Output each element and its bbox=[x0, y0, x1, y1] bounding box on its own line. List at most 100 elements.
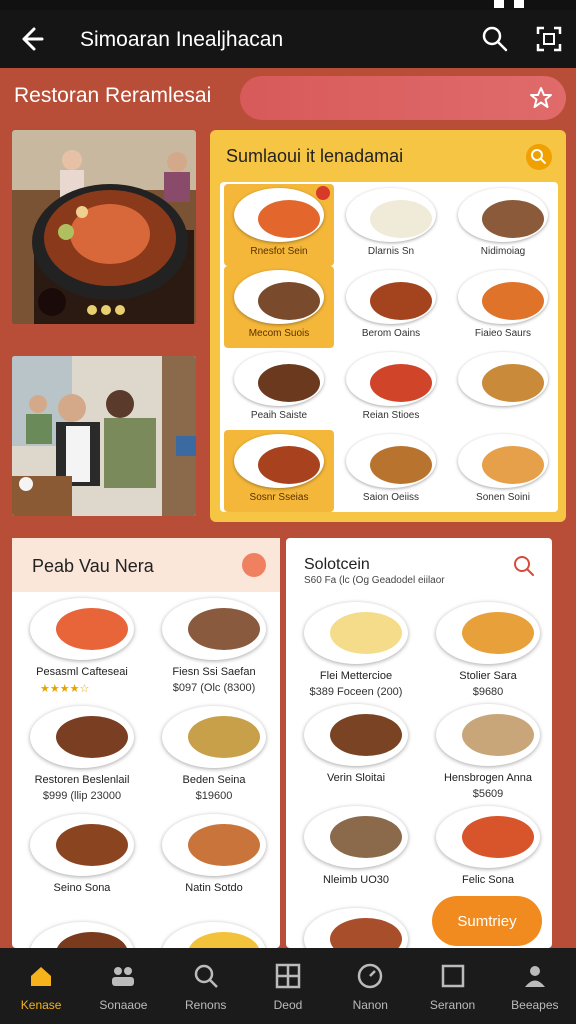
dish-plate-image bbox=[162, 598, 266, 660]
featured-dishes-panel: Sumlaoui it lenadamai Rnesfot Sein Dlarni… bbox=[210, 130, 566, 522]
search-icon[interactable] bbox=[512, 554, 536, 578]
menu-panel-right-title: Solotcein bbox=[304, 556, 370, 573]
menu-dish-card[interactable]: Stolier Sara $9680 bbox=[426, 602, 550, 710]
dish-plate-image bbox=[346, 188, 436, 242]
dish-plate-image bbox=[162, 706, 266, 768]
menu-dish-card[interactable]: Beden Seina $19600 bbox=[152, 706, 276, 814]
dish-food-image bbox=[482, 446, 544, 484]
dish-name: Flei Mettercioe bbox=[319, 670, 393, 682]
chat-bubble-icon[interactable] bbox=[242, 553, 266, 577]
nav-item-deod[interactable]: Deod bbox=[247, 948, 329, 1024]
header-search-bar[interactable] bbox=[240, 76, 566, 120]
featured-dish-card[interactable]: Sonen Soini bbox=[448, 430, 558, 512]
grid-icon bbox=[275, 963, 301, 989]
dish-food-image bbox=[258, 200, 320, 238]
dish-name: Mecom Suois bbox=[248, 328, 310, 339]
menu-panel-left-header: Peab Vau Nera bbox=[12, 538, 280, 592]
featured-dish-card[interactable]: Mecom Suois bbox=[224, 266, 334, 348]
dish-food-image bbox=[462, 816, 534, 858]
dish-name: Sosnr Sseias bbox=[249, 492, 309, 503]
featured-dish-card[interactable]: Dlarnis Sn bbox=[336, 184, 446, 266]
restaurant-photo-hotpot[interactable] bbox=[12, 130, 196, 324]
app-title: Simoaran Inealjhacan bbox=[80, 28, 284, 51]
dish-food-image bbox=[56, 608, 128, 650]
dish-name: Stolier Sara bbox=[459, 670, 517, 682]
dish-name: Beden Seina bbox=[182, 774, 246, 786]
featured-dish-card[interactable]: Reian Stioes bbox=[336, 348, 446, 430]
featured-dish-card[interactable]: Saion Oeiiss bbox=[336, 430, 446, 512]
dish-plate-image bbox=[234, 188, 324, 242]
search-icon[interactable] bbox=[480, 24, 510, 54]
menu-dish-card[interactable]: Nleimb UO30 bbox=[294, 806, 418, 914]
featured-dish-card[interactable] bbox=[448, 348, 558, 430]
dish-plate-image bbox=[346, 352, 436, 406]
dish-name: Natin Sotdo bbox=[185, 882, 243, 894]
dish-food-image bbox=[462, 612, 534, 654]
search-icon bbox=[194, 964, 218, 988]
dish-name: Sonen Soini bbox=[476, 492, 530, 503]
featured-dish-card[interactable]: Berom Oains bbox=[336, 266, 446, 348]
bottom-navigation: Kenase Sonaaoe Renons Deod Nanon Seranon Beeap… bbox=[0, 948, 576, 1024]
dish-plate-image bbox=[436, 806, 540, 868]
dish-name: Fiaieo Saurs bbox=[474, 328, 532, 339]
dish-price: $097 (Olc (8300) bbox=[172, 682, 256, 694]
menu-dish-card[interactable]: Fiesn Ssi Saefan $097 (Olc (8300) bbox=[152, 598, 276, 706]
restaurant-photo-diners[interactable] bbox=[12, 356, 196, 516]
featured-dish-card[interactable]: Fiaieo Saurs bbox=[448, 266, 558, 348]
dish-name: Felic Sona bbox=[462, 874, 514, 886]
nav-item-beeapes[interactable]: Beeapes bbox=[494, 948, 576, 1024]
dish-food-image bbox=[188, 716, 260, 758]
favorite-icon[interactable] bbox=[316, 186, 330, 200]
menu-dish-card[interactable]: Verin Sloitai bbox=[294, 704, 418, 812]
dish-name: Saion Oeiiss bbox=[362, 492, 420, 503]
dish-plate-image bbox=[304, 806, 408, 868]
dish-food-image bbox=[330, 714, 402, 756]
dish-plate-image bbox=[458, 270, 548, 324]
dish-plate-image bbox=[304, 602, 408, 664]
dish-name: Dlarnis Sn bbox=[367, 246, 415, 257]
dish-price: $9680 bbox=[472, 686, 504, 698]
nav-item-kenase[interactable]: Kenase bbox=[0, 948, 82, 1024]
dish-food-image bbox=[56, 824, 128, 866]
menu-dish-card[interactable]: Restoren Beslenlail $999 (llip 23000 bbox=[20, 706, 144, 814]
featured-dish-card[interactable]: Rnesfot Sein bbox=[224, 184, 334, 266]
dish-price: $5609 bbox=[472, 788, 504, 800]
nav-item-nanon[interactable]: Nanon bbox=[329, 948, 411, 1024]
dish-food-image bbox=[482, 200, 544, 238]
menu-dish-card[interactable]: Seino Sona bbox=[20, 814, 144, 922]
dish-food-image bbox=[258, 446, 320, 484]
dish-food-image bbox=[188, 608, 260, 650]
dish-name: Nleimb UO30 bbox=[322, 874, 390, 886]
dish-plate-image bbox=[458, 188, 548, 242]
featured-dish-card[interactable]: Nidimoiag bbox=[448, 184, 558, 266]
dish-plate-image bbox=[436, 704, 540, 766]
header-search-input[interactable] bbox=[240, 76, 566, 120]
featured-dish-card[interactable]: Peaih Saiste bbox=[224, 348, 334, 430]
dish-plate-image bbox=[30, 598, 134, 660]
dish-plate-image bbox=[234, 270, 324, 324]
dish-food-image bbox=[482, 364, 544, 402]
nav-item-seranon[interactable]: Seranon bbox=[411, 948, 493, 1024]
menu-dish-card[interactable]: Pesasml Cafteseai ★★★★☆ bbox=[20, 598, 144, 706]
menu-dish-card[interactable]: Hensbrogen Anna $5609 bbox=[426, 704, 550, 812]
nav-item-sonaaoe[interactable]: Sonaaoe bbox=[82, 948, 164, 1024]
menu-dish-card[interactable]: Natin Sotdo bbox=[152, 814, 276, 922]
dish-name: Reian Stioes bbox=[362, 410, 420, 421]
star-icon[interactable] bbox=[528, 85, 554, 111]
rating-stars: ★★★★☆ bbox=[40, 683, 90, 695]
submit-button[interactable]: Sumtriey bbox=[432, 896, 542, 946]
nav-item-renons[interactable]: Renons bbox=[165, 948, 247, 1024]
menu-panel-right-subtitle: S60 Fa (lc (Og Geadodel eiilaor bbox=[304, 575, 445, 586]
featured-dish-card[interactable]: Sosnr Sseias bbox=[224, 430, 334, 512]
dish-plate-image bbox=[30, 706, 134, 768]
dish-name: Seino Sona bbox=[53, 882, 111, 894]
scan-icon[interactable] bbox=[534, 24, 564, 54]
dish-name: Restoren Beslenlail bbox=[34, 774, 130, 786]
back-arrow-icon[interactable] bbox=[14, 23, 46, 55]
search-icon[interactable] bbox=[526, 144, 552, 170]
dish-plate-image bbox=[346, 270, 436, 324]
dish-food-image bbox=[188, 824, 260, 866]
nav-label: Renons bbox=[185, 998, 227, 1012]
dish-name: Nidimoiag bbox=[480, 246, 526, 257]
menu-dish-card[interactable]: Flei Mettercioe $389 Foceen (200) bbox=[294, 602, 418, 710]
